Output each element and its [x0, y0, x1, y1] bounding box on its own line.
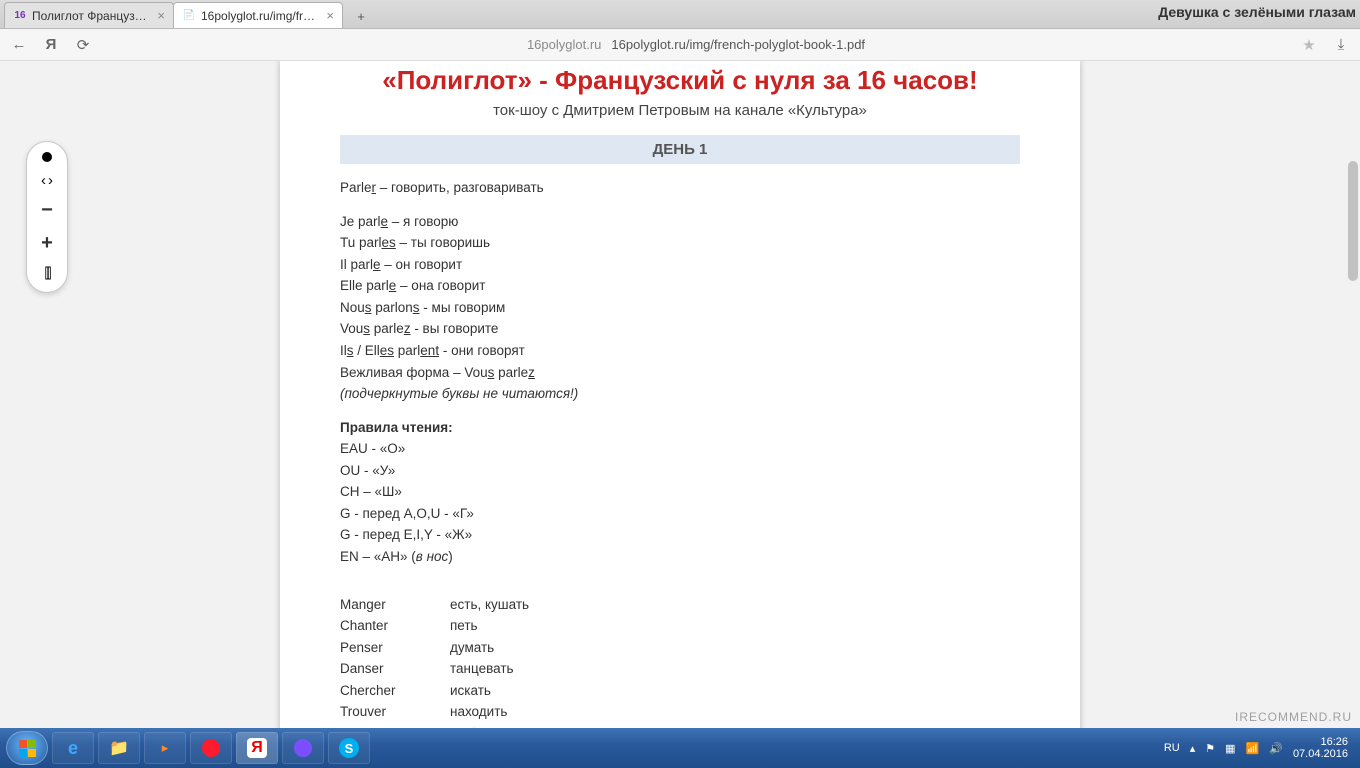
browser-toolbar: ← Я ⟳ 16polyglot.ru 16polyglot.ru/img/fr… [0, 29, 1360, 61]
tab-title: 16polyglot.ru/img/french- [201, 9, 321, 23]
tab-close-button[interactable]: × [326, 8, 334, 23]
tab-title: Полиглот Французский за 16 [32, 9, 152, 23]
vocab-fr: Chercher [340, 681, 450, 701]
download-button[interactable]: ⤓ [1332, 36, 1350, 53]
vocab-fr: Danser [340, 659, 450, 679]
taskbar-media-icon[interactable]: ▸ [144, 732, 186, 764]
vocab-ru: петь [450, 616, 1020, 636]
taskbar-ie-icon[interactable]: e [52, 732, 94, 764]
zoom-in-button[interactable]: + [41, 232, 53, 255]
doc-title: «Полиглот» - Французский с нуля за 16 ча… [340, 61, 1020, 96]
fit-width-button[interactable]: ⫿⫿ [45, 265, 50, 282]
doc-subtitle: ток-шоу с Дмитрием Петровым на канале «К… [340, 102, 1020, 119]
address-domain: 16polyglot.ru [527, 37, 601, 52]
system-tray[interactable]: RU ▴ ⚑ ▦ 📶 🔊 16:26 07.04.2016 [1164, 736, 1354, 760]
pdf-controls-pill: ‹ › − + ⫿⫿ [26, 141, 68, 293]
rule-line: EN – «АН» (в нос) [340, 547, 1020, 567]
taskbar-skype-icon[interactable]: S [328, 732, 370, 764]
tray-date: 07.04.2016 [1293, 748, 1348, 760]
vocab-ru: танцевать [450, 659, 1020, 679]
page-indicator-icon [42, 152, 52, 162]
tray-action-center-icon[interactable]: ▦ [1225, 742, 1235, 755]
vocab-fr: Manger [340, 595, 450, 615]
windows-logo-icon [19, 740, 36, 757]
rule-line: CH – «Ш» [340, 482, 1020, 502]
taskbar-torrent-icon[interactable] [282, 732, 324, 764]
doc-body: Parler – говорить, разговаривать Je parl… [340, 178, 1020, 728]
tab-favicon-icon: 16 [13, 9, 27, 23]
browser-tabbar: 16 Полиглот Французский за 16 × 📄 16polyglot… [0, 0, 1360, 29]
tab-favicon-icon: 📄 [182, 9, 196, 23]
conjugation-line: Tu parles – ты говоришь [340, 233, 1020, 253]
conjugation-line: Ils / Elles parlent - они говорят [340, 341, 1020, 361]
conjugation-line: Vous parlez - вы говорите [340, 319, 1020, 339]
next-page-button[interactable]: › [48, 172, 53, 189]
watermark: IRECOMMEND.RU [1235, 710, 1352, 724]
tray-flag2-icon[interactable]: ⚑ [1205, 742, 1215, 755]
conjugation-line: Elle parle – она говорит [340, 276, 1020, 296]
rules-header: Правила чтения: [340, 418, 1020, 438]
taskbar-explorer-icon[interactable]: 📁 [98, 732, 140, 764]
vocab-ru: думать [450, 638, 1020, 658]
browser-tab[interactable]: 16 Полиглот Французский за 16 × [4, 2, 174, 28]
profile-label[interactable]: Девушка с зелёными глазам [1158, 4, 1356, 20]
note-line: (подчеркнутые буквы не читаются!) [340, 384, 1020, 404]
pdf-viewer: ‹ › − + ⫿⫿ «Полиглот» - Французский с ну… [0, 61, 1360, 728]
tab-close-button[interactable]: × [157, 8, 165, 23]
rule-line: G - перед E,I,Y - «Ж» [340, 525, 1020, 545]
browser-tab[interactable]: 📄 16polyglot.ru/img/french- × [173, 2, 343, 28]
tray-flag-icon[interactable]: ▴ [1190, 742, 1196, 755]
reload-button[interactable]: ⟳ [74, 36, 92, 54]
bookmark-star-button[interactable]: ★ [1300, 36, 1318, 54]
zoom-out-button[interactable]: − [41, 199, 53, 222]
taskbar-opera-icon[interactable] [190, 732, 232, 764]
yandex-home-button[interactable]: Я [42, 36, 60, 53]
intro-line: Parler – говорить, разговаривать [340, 178, 1020, 198]
windows-taskbar: e 📁 ▸ Я S RU ▴ ⚑ ▦ 📶 🔊 16:26 07.04.2016 [0, 728, 1360, 768]
new-tab-button[interactable]: + [348, 4, 374, 28]
pdf-page: «Полиглот» - Французский с нуля за 16 ча… [280, 61, 1080, 728]
conjugation-line: Nous parlons - мы говорим [340, 298, 1020, 318]
tray-time: 16:26 [1293, 736, 1348, 748]
conjugation-line: Je parle – я говорю [340, 212, 1020, 232]
address-path: 16polyglot.ru/img/french-polyglot-book-1… [611, 37, 865, 52]
vocab-table: Mangerесть, кушатьChanterпетьPenserдумат… [340, 595, 1020, 728]
rule-line: EAU - «О» [340, 439, 1020, 459]
vocab-fr: Trouver [340, 702, 450, 722]
prev-page-button[interactable]: ‹ [41, 172, 46, 189]
vocab-fr: Chanter [340, 616, 450, 636]
vocab-ru: находить [450, 702, 1020, 722]
conjugation-line: Il parle – он говорит [340, 255, 1020, 275]
vocab-ru: искать [450, 681, 1020, 701]
rule-line: OU - «У» [340, 461, 1020, 481]
rule-line: G - перед A,O,U - «Г» [340, 504, 1020, 524]
address-bar[interactable]: 16polyglot.ru 16polyglot.ru/img/french-p… [106, 37, 1286, 52]
day-header: ДЕНЬ 1 [340, 135, 1020, 164]
tray-lang[interactable]: RU [1164, 742, 1180, 754]
conjugation-line: Вежливая форма – Vous parlez [340, 363, 1020, 383]
taskbar-yandex-icon[interactable]: Я [236, 732, 278, 764]
tray-network-icon[interactable]: 📶 [1246, 742, 1260, 755]
scrollbar-thumb[interactable] [1348, 161, 1358, 281]
start-button[interactable] [6, 731, 48, 765]
tray-volume-icon[interactable]: 🔊 [1269, 742, 1283, 755]
vocab-fr: Penser [340, 638, 450, 658]
back-button[interactable]: ← [10, 36, 28, 53]
vocab-ru: есть, кушать [450, 595, 1020, 615]
